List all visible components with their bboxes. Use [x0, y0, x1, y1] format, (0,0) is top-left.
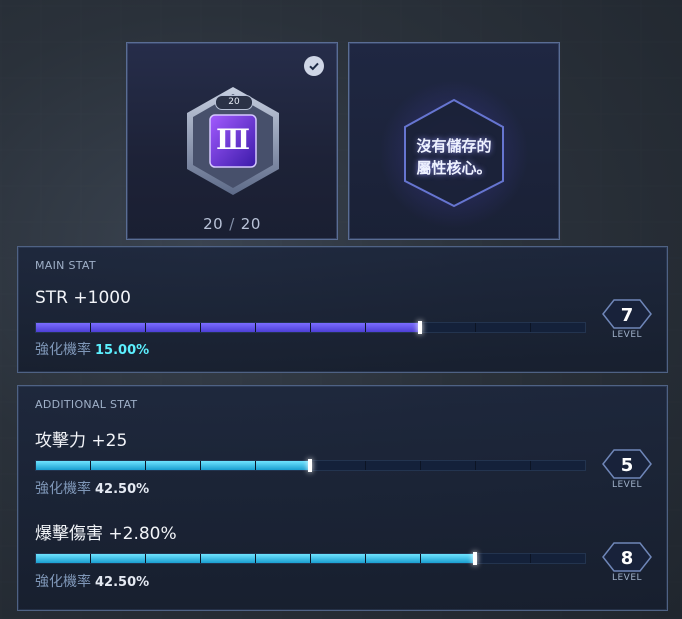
main-stat-rate: 強化機率 15.00% — [35, 339, 149, 359]
additional-stat-1-value: 攻擊力 +25 — [35, 431, 128, 451]
level-label: LEVEL — [611, 573, 643, 583]
progress-segment — [421, 461, 476, 470]
count-max: 20 — [240, 215, 261, 233]
rate-value: 15.00% — [95, 343, 150, 358]
main-stat-value: STR +1000 — [35, 288, 131, 308]
progress-segment — [476, 554, 531, 563]
progress-segment — [476, 323, 531, 332]
additional-stat-1-level-badge: 5 LEVEL — [602, 449, 652, 505]
rate-label: 強化機率 — [35, 342, 91, 358]
progress-segment — [421, 552, 477, 565]
additional-stat-panel: ADDITIONAL STAT 攻擊力 +25 強化機率 42.50% 5 LEV… — [17, 385, 668, 611]
empty-message-line2: 屬性核心。 — [416, 159, 492, 177]
progress-segment — [311, 461, 366, 470]
progress-segment — [531, 554, 585, 563]
level-number: 8 — [620, 548, 634, 569]
rank-badge: 20 — [215, 95, 253, 110]
rate-value: 42.50% — [95, 482, 150, 497]
count-current: 20 — [203, 215, 224, 233]
core-icon: 20 Ⅲ — [183, 85, 283, 197]
progress-segment — [311, 323, 366, 332]
progress-segment — [36, 554, 91, 563]
progress-segment — [476, 461, 531, 470]
progress-segment — [366, 321, 422, 334]
progress-segment — [146, 554, 201, 563]
rate-value: 42.50% — [95, 575, 150, 590]
additional-stat-label: ADDITIONAL STAT — [35, 398, 138, 411]
progress-segment — [36, 461, 91, 470]
progress-segment — [146, 323, 201, 332]
main-stat-progress-bar — [35, 321, 586, 334]
empty-slot-message: 沒有儲存的 屬性核心。 — [389, 135, 519, 179]
additional-stat-2-level-badge: 8 LEVEL — [602, 542, 652, 598]
progress-segment — [256, 554, 311, 563]
core-count: 20/20 — [203, 215, 261, 233]
core-numeral: Ⅲ — [215, 123, 251, 156]
level-label: LEVEL — [611, 330, 643, 340]
progress-segment — [201, 461, 256, 470]
progress-segment — [91, 461, 146, 470]
level-label: LEVEL — [611, 480, 643, 490]
progress-segment — [256, 323, 311, 332]
main-stat-label: MAIN STAT — [35, 259, 96, 272]
progress-segment — [531, 323, 585, 332]
progress-segment — [366, 461, 421, 470]
level-number: 7 — [620, 305, 634, 326]
check-icon — [304, 56, 324, 76]
progress-segment — [91, 554, 146, 563]
core-slot-card[interactable]: 20 Ⅲ 20/20 — [126, 42, 338, 240]
progress-segment — [311, 554, 366, 563]
additional-stat-1-progress-bar — [35, 459, 586, 472]
additional-stat-2-rate: 強化機率 42.50% — [35, 571, 149, 591]
additional-stat-2-value: 爆擊傷害 +2.80% — [35, 524, 177, 544]
main-level-badge: 7 LEVEL — [602, 299, 652, 355]
level-number: 5 — [620, 455, 634, 476]
rate-label: 強化機率 — [35, 481, 91, 497]
progress-segment — [201, 323, 256, 332]
progress-segment — [91, 323, 146, 332]
additional-stat-1-rate: 強化機率 42.50% — [35, 478, 149, 498]
progress-segment — [36, 323, 91, 332]
progress-segment — [256, 459, 312, 472]
progress-segment — [146, 461, 201, 470]
empty-core-slot[interactable]: 沒有儲存的 屬性核心。 — [348, 42, 560, 240]
additional-stat-2-progress-bar — [35, 552, 586, 565]
rate-label: 強化機率 — [35, 574, 91, 590]
progress-segment — [421, 323, 476, 332]
empty-message-line1: 沒有儲存的 — [416, 137, 492, 155]
progress-segment — [531, 461, 585, 470]
progress-segment — [201, 554, 256, 563]
progress-segment — [366, 554, 421, 563]
main-stat-panel: MAIN STAT STR +1000 強化機率 15.00% 7 LEVEL — [17, 246, 668, 373]
